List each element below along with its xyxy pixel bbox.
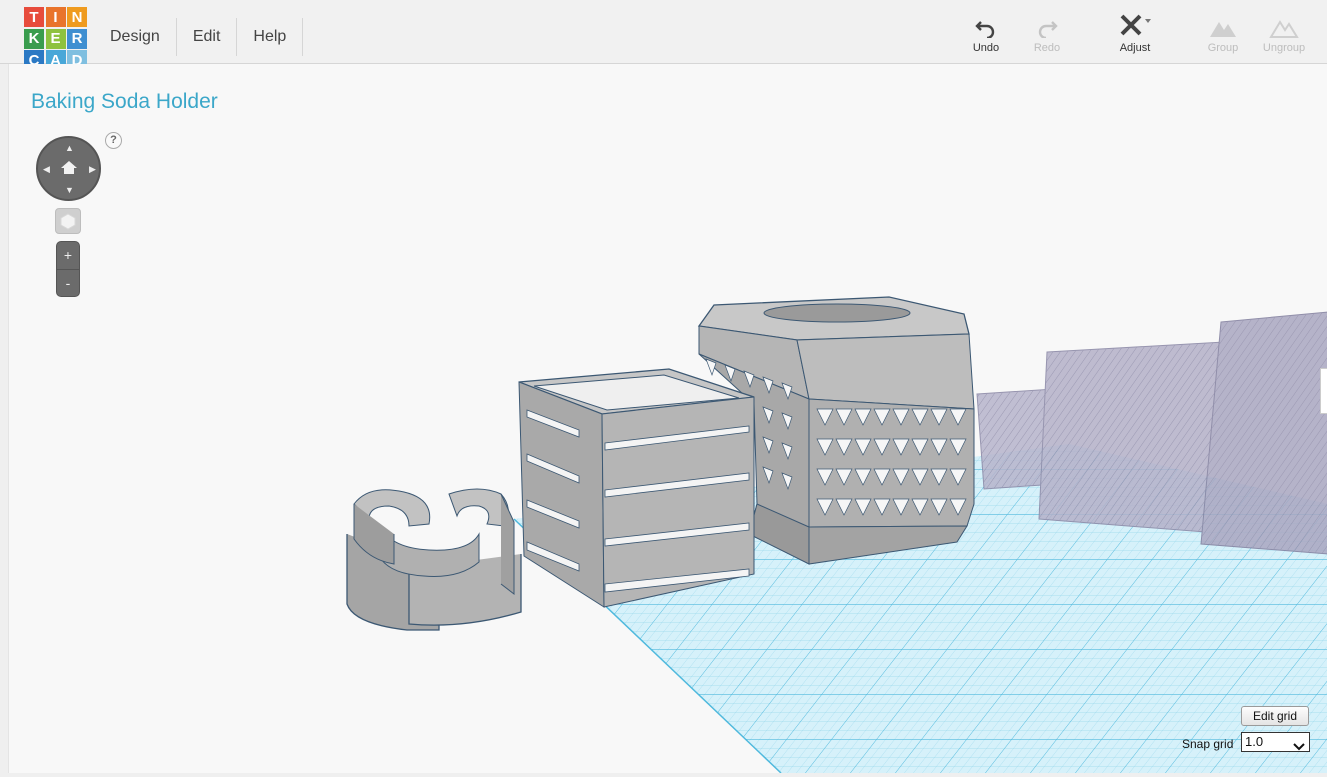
logo-letter: I: [45, 7, 66, 27]
top-toolbar: TINKERCAD Design Edit Help Undo Redo Adj…: [0, 0, 1327, 70]
undo-button[interactable]: Undo: [954, 14, 1018, 54]
adjust-label: Adjust: [1119, 42, 1151, 54]
logo-letter: T: [24, 7, 44, 27]
menu-edit[interactable]: Edit: [177, 18, 238, 56]
edit-grid-button[interactable]: Edit grid: [1241, 706, 1309, 726]
menu-help[interactable]: Help: [237, 18, 304, 56]
snap-grid-label: Snap grid: [1182, 737, 1234, 751]
zoom-out-button[interactable]: -: [57, 270, 79, 297]
group-button[interactable]: Group: [1191, 14, 1255, 54]
zoom-in-button[interactable]: +: [57, 242, 79, 269]
tinkercad-logo[interactable]: TINKERCAD: [24, 7, 87, 70]
logo-letter: K: [24, 28, 44, 49]
snap-grid-select[interactable]: 1.0: [1241, 732, 1310, 752]
redo-icon: [1015, 14, 1079, 38]
group-icon: [1191, 14, 1255, 38]
main-menu: Design Edit Help: [94, 18, 304, 56]
ring-pieces[interactable]: [346, 488, 522, 631]
adjust-button[interactable]: Adjust: [1103, 14, 1167, 54]
orbit-control[interactable]: ▲ ▼ ◀ ▶: [36, 136, 101, 201]
pan-up-icon[interactable]: ▲: [65, 143, 74, 153]
redo-button[interactable]: Redo: [1015, 14, 1079, 54]
side-panel-toggle[interactable]: [1320, 368, 1327, 414]
chevron-down-icon: [1293, 738, 1305, 756]
redo-label: Redo: [1033, 42, 1061, 54]
ungroup-button[interactable]: Ungroup: [1252, 14, 1316, 54]
view-cube-icon[interactable]: [55, 208, 81, 234]
logo-letter: R: [67, 28, 87, 49]
undo-label: Undo: [972, 42, 1000, 54]
help-icon[interactable]: ?: [105, 132, 122, 149]
pan-left-icon[interactable]: ◀: [43, 164, 50, 175]
logo-letter: E: [45, 28, 66, 49]
logo-letter: N: [67, 7, 87, 27]
group-label: Group: [1207, 42, 1239, 54]
zoom-control: + -: [56, 241, 80, 297]
pan-right-icon[interactable]: ▶: [89, 164, 96, 175]
3d-scene[interactable]: [9, 64, 1327, 773]
adjust-icon: [1103, 14, 1167, 38]
slatted-box[interactable]: [518, 368, 755, 608]
pan-down-icon[interactable]: ▼: [65, 185, 74, 195]
ungroup-icon: [1252, 14, 1316, 38]
snap-grid-value: 1.0: [1245, 734, 1264, 749]
undo-icon: [954, 14, 1018, 38]
home-view-icon[interactable]: [60, 160, 78, 180]
design-title[interactable]: Baking Soda Holder: [31, 90, 218, 114]
3d-workplane[interactable]: Baking Soda Holder ? ▲ ▼ ◀ ▶ + - Edit gr…: [8, 64, 1327, 773]
menu-design[interactable]: Design: [94, 18, 177, 56]
ungroup-label: Ungroup: [1262, 42, 1306, 54]
